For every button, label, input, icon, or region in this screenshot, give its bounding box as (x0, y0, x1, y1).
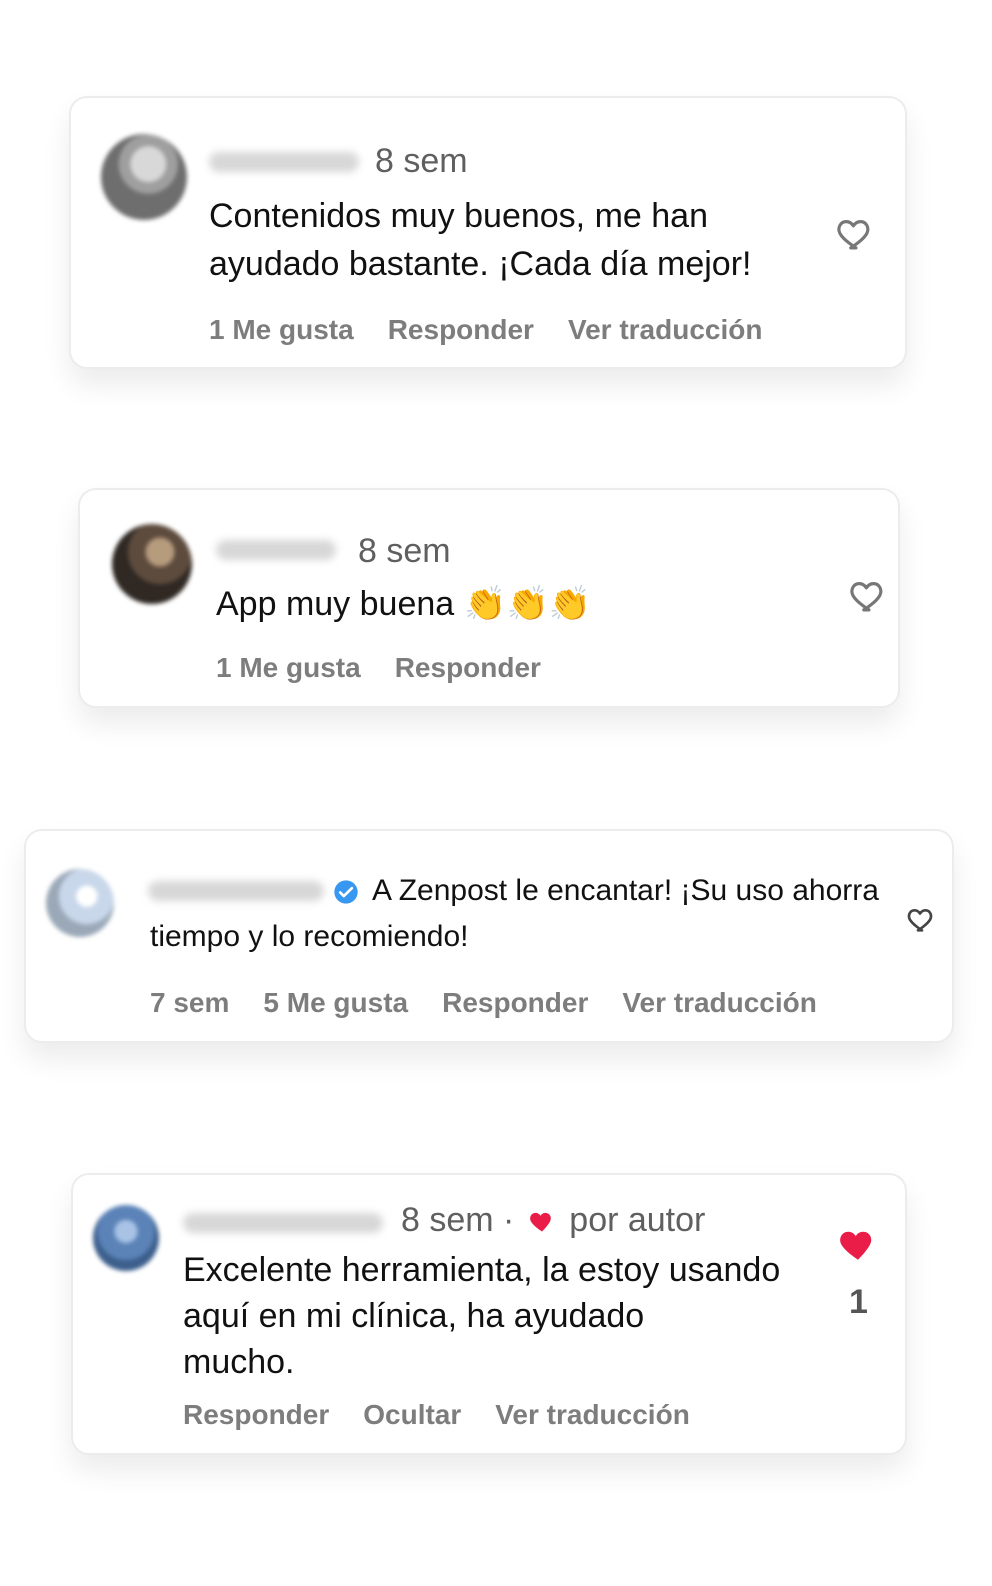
timestamp: 7 sem (150, 987, 230, 1018)
reply-button[interactable]: Responder (442, 987, 588, 1019)
heart-outline-icon[interactable] (835, 212, 877, 254)
comment-line: tiempo y lo recomiendo! (150, 920, 469, 953)
timestamp: 8 sem (358, 532, 451, 570)
translate-button[interactable]: Ver traducción (622, 987, 817, 1019)
avatar (46, 869, 114, 937)
avatar (112, 524, 192, 604)
timestamp: 8 sem (375, 142, 468, 180)
avatar (101, 134, 187, 220)
heart-outline-icon[interactable] (848, 574, 890, 616)
username (216, 540, 336, 560)
heart-filled-icon (528, 1207, 556, 1235)
timestamp: 8 sem (401, 1201, 494, 1239)
translate-button[interactable]: Ver traducción (495, 1399, 690, 1431)
likes-count[interactable]: 1 Me gusta (209, 314, 354, 346)
meta-separator: · (503, 1201, 515, 1239)
username (209, 152, 359, 172)
comment-actions: 7 sem 5 Me gusta Responder Ver traducció… (150, 987, 851, 1019)
translate-button[interactable]: Ver traducción (568, 314, 763, 346)
like-count: 1 (849, 1283, 868, 1321)
comment-line: ayudado bastante. ¡Cada día mejor! (209, 245, 752, 283)
comment-body: Contenidos muy buenos, me han ayudado ba… (209, 192, 751, 288)
avatar (93, 1205, 159, 1271)
comment-line: aquí en mi clínica, ha ayudado (183, 1297, 645, 1335)
comment-actions: 1 Me gusta Responder Ver traducción (209, 314, 796, 346)
reply-button[interactable]: Responder (388, 314, 534, 346)
likes-count[interactable]: 5 Me gusta (263, 987, 408, 1019)
heart-filled-icon[interactable] (837, 1223, 879, 1265)
comment-card: 8 sem Contenidos muy buenos, me han ayud… (69, 96, 907, 369)
comment-card: 8 sem App muy buena 👏👏👏 1 Me gusta Respon… (78, 488, 900, 708)
reply-button[interactable]: Responder (183, 1399, 329, 1431)
comment-body: App muy buena 👏👏👏 (216, 580, 591, 628)
likes-count[interactable]: 1 Me gusta (216, 652, 361, 684)
comment-actions: Responder Ocultar Ver traducción (183, 1399, 724, 1431)
comments-screen: { "comments": [ { "time": "8 sem", "body… (0, 0, 992, 1586)
heart-outline-icon[interactable] (906, 903, 938, 935)
comment-line: A Zenpost le encantar! ¡Su uso ahorra (372, 874, 879, 907)
comment-line: App muy buena (216, 585, 455, 623)
hide-button[interactable]: Ocultar (363, 1399, 461, 1431)
comment-line: Excelente herramienta, la estoy usando (183, 1251, 781, 1289)
author-label: por autor (569, 1201, 706, 1239)
comment-line: mucho. (183, 1343, 295, 1381)
comment-body: Excelente herramienta, la estoy usando a… (183, 1247, 780, 1385)
comment-body: A Zenpost le encantar! ¡Su uso ahorra ti… (150, 868, 879, 960)
comment-card: 8 sem · por autor Excelente herramienta,… (71, 1173, 907, 1455)
clap-emoji: 👏👏👏 (464, 585, 592, 623)
comment-card: A Zenpost le encantar! ¡Su uso ahorra ti… (24, 829, 954, 1043)
username (183, 1213, 383, 1233)
comment-actions: 1 Me gusta Responder (216, 652, 575, 684)
reply-button[interactable]: Responder (395, 652, 541, 684)
comment-meta: 8 sem · por autor (401, 1201, 705, 1240)
comment-line: Contenidos muy buenos, me han (209, 197, 708, 235)
